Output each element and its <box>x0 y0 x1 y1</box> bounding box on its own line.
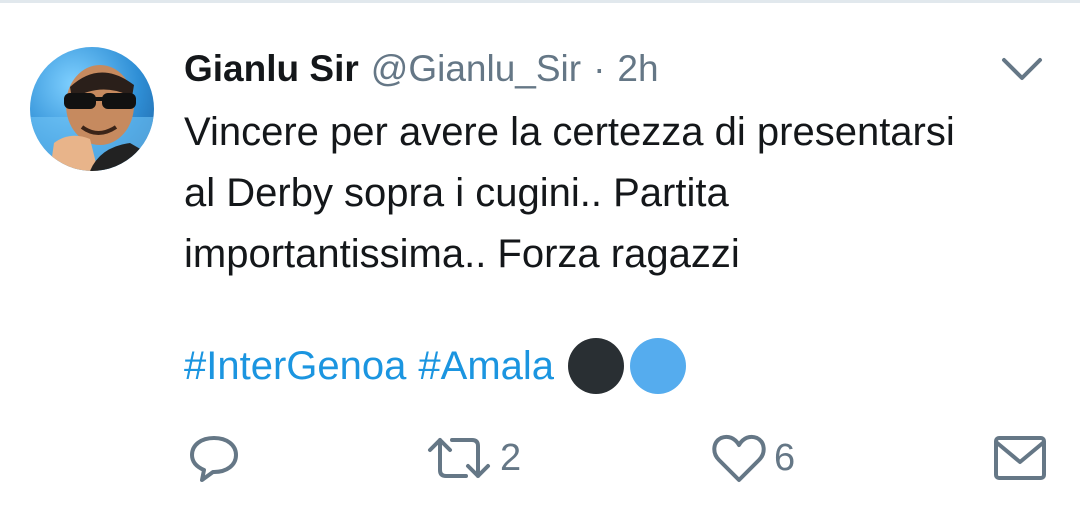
envelope-icon <box>994 436 1046 480</box>
tweet-actions: 2 6 <box>0 428 1080 488</box>
retweet-icon <box>428 438 490 478</box>
hashtag-line: #InterGenoa #Amala <box>184 336 687 396</box>
tweet-text-line: importantissima.. Forza ragazzi <box>184 232 740 276</box>
retweet-button[interactable]: 2 <box>424 428 521 488</box>
black-circle-emoji <box>568 338 625 394</box>
reply-button[interactable] <box>186 428 242 488</box>
like-button[interactable]: 6 <box>710 428 795 488</box>
tweet-text: Vincere per avere la certezza di present… <box>184 102 1064 285</box>
message-button[interactable] <box>990 428 1050 488</box>
tweet-text-line: Vincere per avere la certezza di present… <box>184 110 955 154</box>
timestamp[interactable]: 2h <box>617 48 658 90</box>
hashtag-amala[interactable]: #Amala <box>418 344 554 389</box>
avatar[interactable] <box>30 47 154 171</box>
chevron-down-icon[interactable] <box>1000 54 1044 84</box>
blue-circle-emoji <box>630 338 687 394</box>
retweet-count: 2 <box>500 436 522 479</box>
hashtag-intergenoa[interactable]: #InterGenoa <box>184 344 406 389</box>
heart-icon <box>712 434 766 482</box>
like-count: 6 <box>774 436 796 479</box>
user-handle[interactable]: @Gianlu_Sir <box>371 48 581 90</box>
reply-icon <box>190 436 238 482</box>
tweet-text-line: al Derby sopra i cugini.. Partita <box>184 171 729 215</box>
display-name[interactable]: Gianlu Sir <box>184 48 359 90</box>
separator-dot: · <box>593 48 606 89</box>
tweet-header: Gianlu Sir @Gianlu_Sir · 2h <box>184 44 659 94</box>
top-divider <box>0 0 1080 3</box>
